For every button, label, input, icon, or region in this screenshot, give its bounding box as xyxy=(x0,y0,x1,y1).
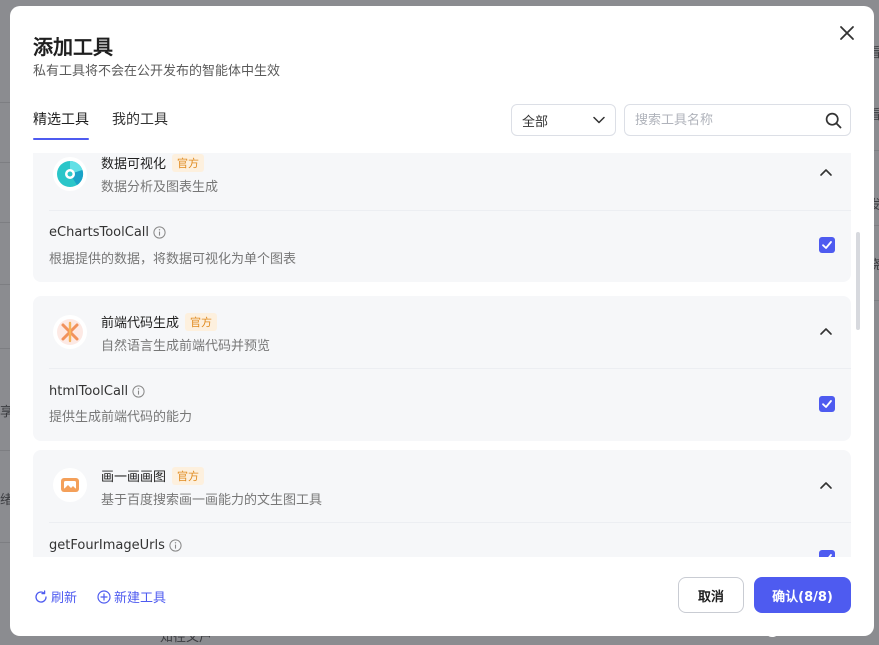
official-badge: 官方 xyxy=(172,154,205,172)
search-icon[interactable] xyxy=(825,112,842,129)
tool-checkbox[interactable] xyxy=(819,550,835,557)
tool-item-name: htmlToolCall xyxy=(49,384,145,399)
checkmark-icon xyxy=(822,241,832,249)
list-scrollbar[interactable] xyxy=(856,232,860,330)
backdrop-line xyxy=(0,542,10,543)
tool-group-desc: 数据分析及图表生成 xyxy=(101,180,219,195)
tool-group-desc: 基于百度搜索画一画能力的文生图工具 xyxy=(101,493,323,508)
refresh-icon xyxy=(35,589,47,603)
tab-my-tools[interactable]: 我的工具 xyxy=(112,110,168,140)
close-button[interactable] xyxy=(837,23,857,43)
chevron-up-icon[interactable] xyxy=(819,480,833,490)
tool-checkbox[interactable] xyxy=(819,237,835,253)
tool-group: 数据可视化 官方 数据分析及图表生成 eChartsToolCall 根据提供的数… xyxy=(33,153,851,282)
info-icon[interactable] xyxy=(169,539,182,552)
tab-bar: 精选工具 我的工具 xyxy=(33,110,168,140)
divider xyxy=(49,210,851,211)
new-tool-button[interactable]: 新建工具 xyxy=(97,587,166,606)
backdrop-line xyxy=(0,102,10,103)
tool-group-header[interactable]: 画一画画图 官方 基于百度搜索画一画能力的文生图工具 xyxy=(33,450,851,508)
tool-group-name: 前端代码生成 官方 xyxy=(101,312,218,331)
tab-featured-tools[interactable]: 精选工具 xyxy=(33,110,89,140)
backdrop-line xyxy=(0,348,10,349)
checkmark-icon xyxy=(822,400,832,408)
tool-name: getFourImageUrls xyxy=(49,538,165,553)
tool-group-name: 数据可视化 官方 xyxy=(101,153,205,172)
plus-circle-icon xyxy=(97,589,111,604)
tool-group: 前端代码生成 官方 自然语言生成前端代码并预览 htmlToolCall 提供生成… xyxy=(33,296,851,441)
cancel-button[interactable]: 取消 xyxy=(678,577,744,613)
checkmark-icon xyxy=(828,554,832,557)
category-select[interactable]: 全部 xyxy=(511,104,616,136)
category-select-value: 全部 xyxy=(522,114,549,130)
close-icon xyxy=(840,26,854,40)
tool-item-name: getFourImageUrls xyxy=(49,538,182,553)
search-input[interactable] xyxy=(635,112,825,128)
dialog-title: 添加工具 xyxy=(33,35,113,59)
tool-group-name: 画一画画图 官方 xyxy=(101,466,205,485)
divider xyxy=(49,368,851,369)
search-box xyxy=(624,104,851,136)
tool-checkbox[interactable] xyxy=(819,396,835,412)
tool-list: 数据可视化 官方 数据分析及图表生成 eChartsToolCall 根据提供的数… xyxy=(33,153,851,557)
chevron-up-icon[interactable] xyxy=(819,326,833,336)
watermark: CSDN @阿Q说代码 xyxy=(707,619,865,639)
chevron-down-icon xyxy=(593,116,605,124)
code-spark-icon xyxy=(53,315,87,349)
dialog-subtitle: 私有工具将不会在公开发布的智能体中生效 xyxy=(33,64,281,79)
backdrop-line xyxy=(0,222,10,223)
tool-group: 画一画画图 官方 基于百度搜索画一画能力的文生图工具 getFourImageUr… xyxy=(33,450,851,557)
new-tool-label: 新建工具 xyxy=(114,591,167,606)
backdrop-line xyxy=(0,450,10,451)
tool-item-desc: 根据提供的数据，将数据可视化为单个图表 xyxy=(49,252,297,267)
tool-group-title: 数据可视化 xyxy=(101,157,167,172)
divider xyxy=(49,522,851,523)
tool-name: htmlToolCall xyxy=(49,384,129,399)
info-icon[interactable] xyxy=(132,385,145,398)
official-badge: 官方 xyxy=(172,467,205,485)
tool-name: eChartsToolCall xyxy=(49,225,150,240)
refresh-label: 刷新 xyxy=(51,591,78,606)
backdrop-line xyxy=(0,284,10,285)
info-icon[interactable] xyxy=(153,226,166,239)
refresh-button[interactable]: 刷新 xyxy=(34,587,77,606)
add-tool-dialog: 添加工具 私有工具将不会在公开发布的智能体中生效 精选工具 我的工具 全部 搜索… xyxy=(10,6,874,636)
tool-group-title: 前端代码生成 xyxy=(101,316,180,331)
tool-group-header[interactable]: 前端代码生成 官方 自然语言生成前端代码并预览 xyxy=(33,296,851,354)
image-icon xyxy=(53,468,87,502)
tool-item-desc: 提供生成前端代码的能力 xyxy=(49,410,193,425)
confirm-button[interactable]: 确认(8/8) xyxy=(754,577,851,613)
tool-group-header[interactable]: 数据可视化 官方 数据分析及图表生成 xyxy=(33,153,851,200)
tool-group-desc: 自然语言生成前端代码并预览 xyxy=(101,339,271,354)
pie-chart-icon xyxy=(53,157,87,191)
chevron-up-icon[interactable] xyxy=(819,167,833,177)
official-badge: 官方 xyxy=(185,313,218,331)
tool-item-name: eChartsToolCall xyxy=(49,225,166,240)
tool-group-title: 画一画画图 xyxy=(101,470,167,485)
backdrop-line xyxy=(0,162,10,163)
